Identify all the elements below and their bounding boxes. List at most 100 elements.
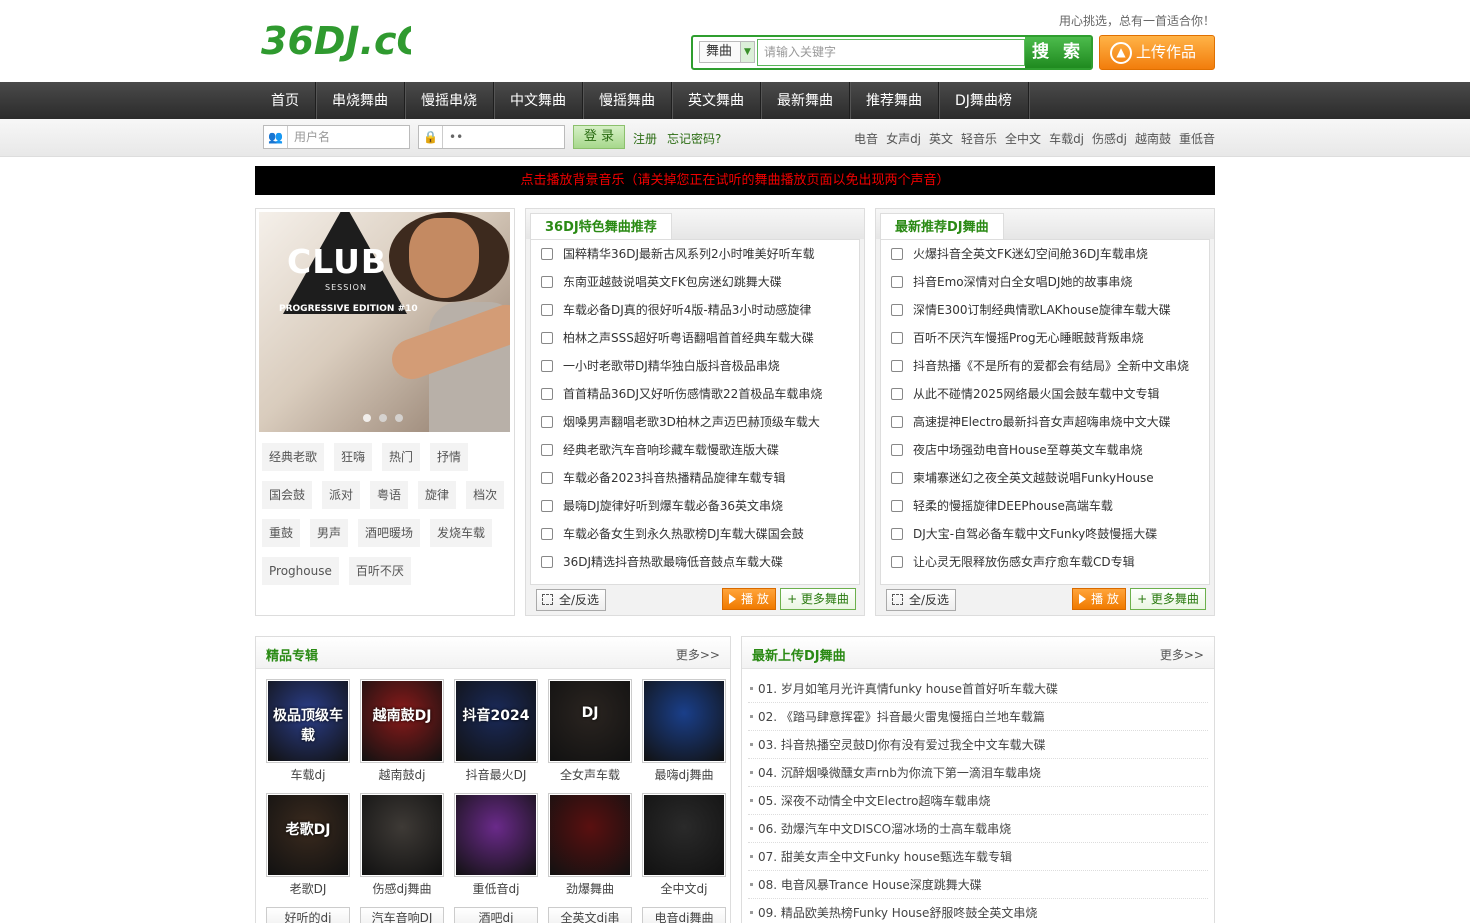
song-row[interactable]: 让心灵无限释放伤感女声疗愈车载CD专辑 bbox=[881, 548, 1209, 576]
song-checkbox[interactable] bbox=[541, 360, 553, 372]
song-row[interactable]: 从此不碰情2025网络最火国会鼓车载中文专辑 bbox=[881, 380, 1209, 408]
username-field[interactable]: 👥 用户名 bbox=[263, 125, 410, 149]
album-caption[interactable]: 老歌DJ bbox=[266, 881, 350, 897]
style-tag[interactable]: 国会鼓 bbox=[262, 481, 313, 509]
song-title[interactable]: DJ大宝-自驾必备车载中文Funky咚鼓慢摇大碟 bbox=[913, 527, 1157, 541]
nav-item[interactable]: 中文舞曲 bbox=[494, 82, 583, 119]
album-card[interactable]: 极品顶级车载 车载dj bbox=[266, 679, 350, 783]
song-row[interactable]: 夜店中场强劲电音House至尊英文车载串烧 bbox=[881, 436, 1209, 464]
nav-item[interactable]: 英文舞曲 bbox=[672, 82, 761, 119]
latest-item[interactable]: 02. 《踏马肆意挥霍》抖音最火雷鬼慢摇白兰地车载篇 bbox=[748, 703, 1208, 731]
style-tag[interactable]: 狂嗨 bbox=[334, 443, 373, 471]
featured-title[interactable]: 36DJ特色舞曲推荐 bbox=[530, 213, 672, 240]
album-cover[interactable]: 极品顶级车载 bbox=[266, 679, 350, 763]
style-tag[interactable]: 重鼓 bbox=[262, 519, 301, 547]
album-caption-button[interactable]: 汽车音响DJ bbox=[360, 907, 444, 923]
album-caption-button[interactable]: 全英文dj串 bbox=[548, 907, 632, 923]
song-row[interactable]: 一小时老歌带DJ精华独白版抖音极品串烧 bbox=[531, 352, 859, 380]
album-cover[interactable]: 越南鼓DJ bbox=[360, 679, 444, 763]
album-cover[interactable]: 老歌DJ bbox=[266, 793, 350, 877]
song-checkbox[interactable] bbox=[541, 276, 553, 288]
album-card[interactable]: 最嗨dj舞曲 bbox=[642, 679, 726, 783]
latest-item-title[interactable]: 02. 《踏马肆意挥霍》抖音最火雷鬼慢摇白兰地车载篇 bbox=[758, 710, 1045, 724]
latest-item[interactable]: 07. 甜美女声全中文Funky house甄选车载专辑 bbox=[748, 843, 1208, 871]
style-tag[interactable]: 旋律 bbox=[418, 481, 457, 509]
song-row[interactable]: 柬埔寨迷幻之夜全英文越鼓说唱FunkyHouse bbox=[881, 464, 1209, 492]
recommended-select-all-button[interactable]: 全/反选 bbox=[886, 589, 956, 611]
search-input[interactable]: 请输入关键字 bbox=[757, 39, 1025, 66]
song-title[interactable]: 经典老歌汽车音响珍藏车载慢歌连版大碟 bbox=[563, 443, 779, 457]
album-card[interactable]: 老歌DJ 老歌DJ bbox=[266, 793, 350, 897]
search-category-select[interactable]: 舞曲 ▼ bbox=[699, 41, 755, 63]
song-row[interactable]: 经典老歌汽车音响珍藏车载慢歌连版大碟 bbox=[531, 436, 859, 464]
featured-more-button[interactable]: + 更多舞曲 bbox=[780, 588, 856, 610]
song-checkbox[interactable] bbox=[891, 360, 903, 372]
latest-item-title[interactable]: 05. 深夜不动情全中文Electro超嗨车载串烧 bbox=[758, 794, 991, 808]
nav-item[interactable]: 首页 bbox=[255, 82, 316, 119]
song-checkbox[interactable] bbox=[541, 500, 553, 512]
album-card[interactable]: 越南鼓DJ 越南鼓dj bbox=[360, 679, 444, 783]
album-caption-button[interactable]: 电音dj舞曲 bbox=[642, 907, 726, 923]
quick-tag-link[interactable]: 重低音 bbox=[1179, 130, 1215, 147]
album-caption[interactable]: 劲爆舞曲 bbox=[548, 881, 632, 897]
latest-item[interactable]: 09. 精品欧美热榜Funky House舒服咚鼓全英文串烧 bbox=[748, 899, 1208, 923]
nav-item[interactable]: 推荐舞曲 bbox=[850, 82, 939, 119]
album-caption-button[interactable]: 好听的dj bbox=[266, 907, 350, 923]
song-title[interactable]: 国粹精华36DJ最新古风系列2小时唯美好听车载 bbox=[563, 247, 815, 261]
album-caption[interactable]: 抖音最火DJ bbox=[454, 767, 538, 783]
song-title[interactable]: 柬埔寨迷幻之夜全英文越鼓说唱FunkyHouse bbox=[913, 471, 1154, 485]
song-title[interactable]: 轻柔的慢摇旋律DEEPhouse高端车载 bbox=[913, 499, 1113, 513]
latest-item[interactable]: 05. 深夜不动情全中文Electro超嗨车载串烧 bbox=[748, 787, 1208, 815]
song-checkbox[interactable] bbox=[891, 528, 903, 540]
forgot-password-link[interactable]: 忘记密码? bbox=[667, 130, 721, 147]
song-title[interactable]: 烟嗓男声翻唱老歌3D柏林之声迈巴赫顶级车载大 bbox=[563, 415, 820, 429]
song-row[interactable]: 36DJ精选抖音热歌最嗨低音鼓点车载大碟 bbox=[531, 548, 859, 576]
album-card[interactable]: 劲爆舞曲 bbox=[548, 793, 632, 897]
album-cover[interactable] bbox=[548, 793, 632, 877]
song-title[interactable]: 36DJ精选抖音热歌最嗨低音鼓点车载大碟 bbox=[563, 555, 783, 569]
song-row[interactable]: 高速提神Electro最新抖音女声超嗨串烧中文大碟 bbox=[881, 408, 1209, 436]
song-row[interactable]: 最嗨DJ旋律好听到爆车载必备36英文串烧 bbox=[531, 492, 859, 520]
song-row[interactable]: 烟嗓男声翻唱老歌3D柏林之声迈巴赫顶级车载大 bbox=[531, 408, 859, 436]
song-title[interactable]: 夜店中场强劲电音House至尊英文车载串烧 bbox=[913, 443, 1143, 457]
song-title[interactable]: 车载必备女生到永久热歌榜DJ车载大碟国会鼓 bbox=[563, 527, 804, 541]
song-checkbox[interactable] bbox=[541, 556, 553, 568]
quick-tag-link[interactable]: 英文 bbox=[929, 130, 953, 147]
latest-item[interactable]: 01. 岁月如笔月光许真情funky house首首好听车载大碟 bbox=[748, 675, 1208, 703]
latest-more-link[interactable]: 更多>> bbox=[1160, 646, 1204, 663]
album-card[interactable]: 重低音dj bbox=[454, 793, 538, 897]
style-tag[interactable]: Proghouse bbox=[262, 557, 339, 585]
latest-item-title[interactable]: 07. 甜美女声全中文Funky house甄选车载专辑 bbox=[758, 850, 1012, 864]
song-title[interactable]: 车载必备2023抖音热播精品旋律车载专辑 bbox=[563, 471, 786, 485]
song-title[interactable]: 抖音Emo深情对白全女唱DJ她的故事串烧 bbox=[913, 275, 1132, 289]
upload-button[interactable]: ▲ 上传作品 bbox=[1099, 35, 1215, 70]
song-row[interactable]: 抖音Emo深情对白全女唱DJ她的故事串烧 bbox=[881, 268, 1209, 296]
latest-item-title[interactable]: 03. 抖音热播空灵鼓DJ你有没有爱过我全中文车载大碟 bbox=[758, 738, 1046, 752]
site-logo[interactable]: 36DJ.cOm bbox=[261, 18, 411, 62]
song-title[interactable]: 深情E300订制经典情歌LAKhouse旋律车载大碟 bbox=[913, 303, 1171, 317]
song-title[interactable]: 最嗨DJ旋律好听到爆车载必备36英文串烧 bbox=[563, 499, 783, 513]
song-checkbox[interactable] bbox=[891, 416, 903, 428]
search-button[interactable]: 搜 索 bbox=[1025, 37, 1091, 68]
style-tag[interactable]: 经典老歌 bbox=[262, 443, 325, 471]
latest-item-title[interactable]: 06. 劲爆汽车中文DISCO溜冰场的士高车载串烧 bbox=[758, 822, 1011, 836]
song-title[interactable]: 东南亚越鼓说唱英文FK包房迷幻跳舞大碟 bbox=[563, 275, 782, 289]
latest-item[interactable]: 03. 抖音热播空灵鼓DJ你有没有爱过我全中文车载大碟 bbox=[748, 731, 1208, 759]
song-row[interactable]: DJ大宝-自驾必备车载中文Funky咚鼓慢摇大碟 bbox=[881, 520, 1209, 548]
album-caption[interactable]: 越南鼓dj bbox=[360, 767, 444, 783]
featured-select-all-button[interactable]: 全/反选 bbox=[536, 589, 606, 611]
album-caption-button[interactable]: 酒吧dj bbox=[454, 907, 538, 923]
register-link[interactable]: 注册 bbox=[633, 130, 657, 147]
style-tag[interactable]: 热门 bbox=[382, 443, 421, 471]
song-row[interactable]: 车载必备女生到永久热歌榜DJ车载大碟国会鼓 bbox=[531, 520, 859, 548]
album-cover[interactable] bbox=[642, 793, 726, 877]
nav-item[interactable]: 最新舞曲 bbox=[761, 82, 850, 119]
song-row[interactable]: 国粹精华36DJ最新古风系列2小时唯美好听车载 bbox=[531, 240, 859, 268]
song-title[interactable]: 从此不碰情2025网络最火国会鼓车载中文专辑 bbox=[913, 387, 1160, 401]
album-card[interactable]: 全中文dj bbox=[642, 793, 726, 897]
recommended-more-button[interactable]: + 更多舞曲 bbox=[1130, 588, 1206, 610]
nav-item[interactable]: 慢摇串烧 bbox=[405, 82, 494, 119]
song-title[interactable]: 火爆抖音全英文FK迷幻空间舱36DJ车载串烧 bbox=[913, 247, 1148, 261]
latest-item-title[interactable]: 01. 岁月如笔月光许真情funky house首首好听车载大碟 bbox=[758, 682, 1058, 696]
song-checkbox[interactable] bbox=[891, 556, 903, 568]
